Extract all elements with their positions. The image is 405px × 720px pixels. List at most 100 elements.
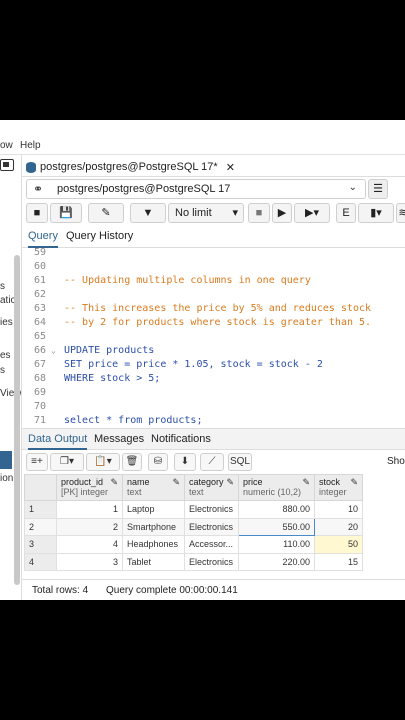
delete-row-button[interactable]: 🗑 — [122, 453, 142, 471]
add-row-button[interactable]: ≡+ — [26, 453, 48, 471]
line-number: 65 — [33, 331, 46, 342]
data-grid: ✎ product_id [PK] integer ✎ name text ✎ categ… — [24, 474, 363, 571]
cell-price-selected[interactable]: 550.00 — [238, 517, 315, 536]
column-type: text — [189, 487, 204, 497]
show-label[interactable]: Sho — [387, 456, 405, 467]
cell-name[interactable]: Laptop — [122, 500, 185, 519]
cell-stock[interactable]: 10 — [314, 500, 363, 519]
cell-price[interactable]: 220.00 — [238, 552, 315, 571]
close-icon[interactable]: ✕ — [226, 161, 235, 174]
copy-button[interactable]: ❐▾ — [50, 453, 84, 471]
tab-messages[interactable]: Messages — [94, 433, 144, 450]
graph-button[interactable]: ⟋ — [200, 453, 224, 471]
cell-product-id[interactable]: 3 — [56, 552, 123, 571]
cell-name[interactable]: Headphones — [122, 535, 185, 554]
cell-product-id[interactable]: 2 — [56, 517, 123, 536]
explain-button[interactable]: E — [336, 203, 356, 223]
save-button[interactable]: 💾 — [50, 203, 82, 223]
save-data-button[interactable]: ⛁ — [148, 453, 168, 471]
column-header[interactable]: ✎ stock integer — [314, 474, 363, 501]
fold-icon[interactable]: ⌄ — [51, 344, 56, 358]
edit-column-icon[interactable]: ✎ — [226, 477, 234, 488]
edit-column-icon[interactable]: ✎ — [350, 477, 358, 488]
tab-query-history[interactable]: Query History — [66, 230, 133, 248]
explorer-fragment[interactable]: es — [0, 350, 11, 361]
line-number: 61 — [33, 275, 46, 286]
database-save-icon: ⛁ — [153, 456, 163, 467]
edit-column-icon[interactable]: ✎ — [110, 477, 118, 488]
terminal-icon[interactable] — [0, 159, 14, 171]
table-row[interactable]: 3 4 Headphones Accessor... 110.00 50 — [24, 535, 363, 554]
table-row[interactable]: 2 2 Smartphone Electronics 550.00 20 — [24, 517, 363, 536]
explorer-fragment[interactable]: s — [0, 365, 5, 376]
cell-category[interactable]: Electronics — [184, 500, 239, 519]
column-header[interactable]: ✎ category text — [184, 474, 239, 501]
stop-button[interactable]: ■ — [248, 203, 270, 223]
code-line: 65 — [22, 330, 405, 344]
column-type: text — [127, 487, 142, 497]
cell-stock[interactable]: 50 — [314, 535, 363, 554]
cell-price[interactable]: 880.00 — [238, 500, 315, 519]
cell-price[interactable]: 110.00 — [238, 535, 315, 554]
code-statement: WHERE stock > 5; — [64, 373, 161, 384]
explorer-fragment[interactable]: ion — [0, 473, 13, 484]
explain-analyze-button[interactable]: ▮▾ — [358, 203, 394, 223]
code-statement: SET price = price * 1.05, stock = stock … — [64, 359, 323, 370]
edit-button[interactable]: ✎ — [88, 203, 124, 223]
database-settings-button[interactable]: ☰ — [368, 179, 388, 199]
line-number: 66 — [33, 345, 46, 356]
explorer-scrollbar[interactable] — [14, 255, 20, 585]
code-line: 69 — [22, 386, 405, 400]
more-icon: ≋ — [398, 207, 405, 219]
column-header[interactable]: ✎ price numeric (10,2) — [238, 474, 315, 501]
open-file-button[interactable]: ■ — [26, 203, 48, 223]
explain-icon: E — [342, 207, 350, 219]
edit-column-icon[interactable]: ✎ — [172, 477, 180, 488]
column-header[interactable]: ✎ product_id [PK] integer — [56, 474, 123, 501]
line-number: 70 — [33, 401, 46, 412]
row-number[interactable]: 2 — [24, 517, 57, 536]
limit-value: No limit — [175, 207, 212, 219]
row-number[interactable]: 1 — [24, 500, 57, 519]
row-number[interactable]: 3 — [24, 535, 57, 554]
line-number: 60 — [33, 261, 46, 272]
explorer-fragment[interactable]: ies — [0, 317, 13, 328]
cell-product-id[interactable]: 4 — [56, 535, 123, 554]
cell-stock[interactable]: 15 — [314, 552, 363, 571]
sql-button[interactable]: SQL — [228, 453, 252, 471]
download-button[interactable]: ⬇ — [174, 453, 196, 471]
tab-data-output[interactable]: Data Output — [28, 433, 88, 450]
menu-item-window[interactable]: ow — [0, 140, 13, 151]
chevron-down-icon[interactable]: ⌄ — [349, 182, 357, 193]
tab-query[interactable]: Query — [28, 230, 58, 248]
code-statement: select * from products; — [64, 415, 203, 426]
column-type: integer — [319, 487, 347, 497]
limit-select[interactable]: No limit ▾ — [168, 203, 244, 223]
pencil-icon: ✎ — [101, 207, 111, 219]
tab-notifications[interactable]: Notifications — [151, 433, 211, 450]
cell-name[interactable]: Tablet — [122, 552, 185, 571]
menu-item-help[interactable]: Help — [20, 140, 41, 151]
filter-button[interactable]: ▼ — [130, 203, 166, 223]
column-header[interactable]: ✎ name text — [122, 474, 185, 501]
sql-editor[interactable]: 59 60 61 -- Updating multiple columns in … — [22, 248, 405, 428]
cell-name[interactable]: Smartphone — [122, 517, 185, 536]
edit-column-icon[interactable]: ✎ — [302, 477, 310, 488]
cell-product-id[interactable]: 1 — [56, 500, 123, 519]
more-button[interactable]: ≋ — [396, 203, 405, 223]
execute-button[interactable]: ▶ — [272, 203, 292, 223]
query-tool-tab[interactable]: postgres/postgres@PostgreSQL 17* ✕ — [26, 158, 235, 176]
table-row[interactable]: 1 1 Laptop Electronics 880.00 10 — [24, 500, 363, 519]
connection-select[interactable]: ⚭ postgres/postgres@PostgreSQL 17 ⌄ — [26, 179, 366, 199]
cell-category[interactable]: Electronics — [184, 552, 239, 571]
connection-value: postgres/postgres@PostgreSQL 17 — [57, 183, 231, 195]
cell-category[interactable]: Electronics — [184, 517, 239, 536]
cell-category[interactable]: Accessor... — [184, 535, 239, 554]
execute-options-button[interactable]: ▶▾ — [294, 203, 330, 223]
table-row[interactable]: 4 3 Tablet Electronics 220.00 15 — [24, 552, 363, 571]
cell-stock[interactable]: 20 — [314, 517, 363, 536]
explorer-fragment[interactable]: s — [0, 281, 5, 292]
paste-button[interactable]: 📋▾ — [86, 453, 120, 471]
row-number[interactable]: 4 — [24, 552, 57, 571]
object-explorer-panel: s atic ies es s View ion — [0, 155, 22, 600]
